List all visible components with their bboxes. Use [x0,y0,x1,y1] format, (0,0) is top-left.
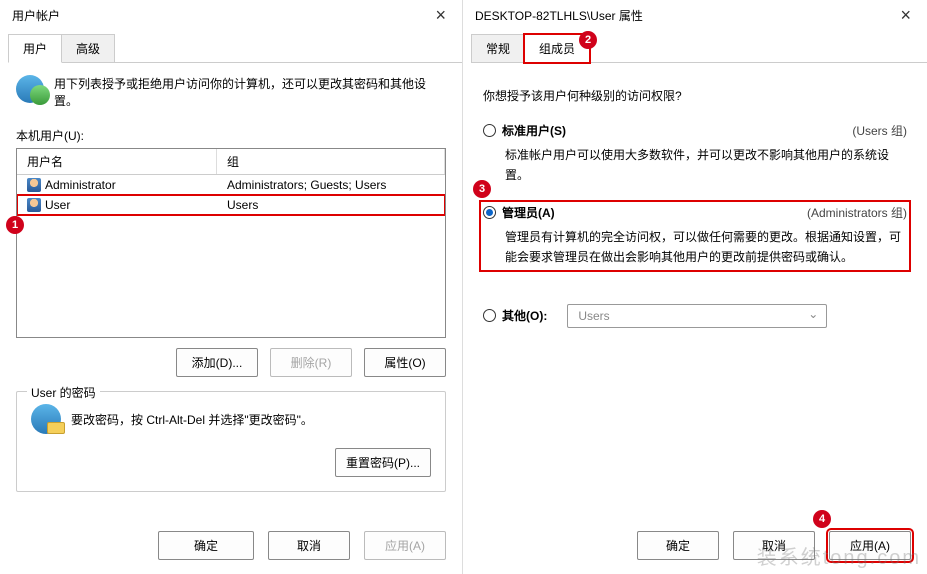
tabs-left: 用户 高级 [8,34,462,63]
add-button[interactable]: 添加(D)... [176,348,258,377]
tab-user[interactable]: 用户 [8,34,62,63]
tab-advanced[interactable]: 高级 [61,34,115,62]
ok-button[interactable]: 确定 [637,531,719,560]
radio-admin[interactable] [483,206,496,219]
local-users-label: 本机用户(U): [16,127,446,144]
badge-2: 2 [579,31,597,49]
tab-general[interactable]: 常规 [471,34,525,62]
label-admin: 管理员(A) [502,204,555,221]
row-group: Administrators; Guests; Users [217,177,445,193]
user-properties-window: DESKTOP-82TLHLS\User 属性 × 常规 组成员 你想授予该用户… [463,0,927,574]
tabs-right: 常规 组成员 [471,34,927,63]
dialog-buttons-right: 确定 取消 应用(A) [463,531,927,560]
user-icon [27,198,41,212]
col-group[interactable]: 组 [217,149,445,174]
window-title: DESKTOP-82TLHLS\User 属性 [475,7,643,24]
cancel-button[interactable]: 取消 [733,531,815,560]
note-standard: (Users 组) [852,122,907,139]
titlebar-right: DESKTOP-82TLHLS\User 属性 × [463,0,927,30]
badge-4: 4 [813,510,831,528]
col-username[interactable]: 用户名 [17,149,217,174]
option-admin[interactable]: 管理员(A) (Administrators 组) 管理员有计算机的完全访问权，… [483,204,907,268]
desc-admin: 管理员有计算机的完全访问权，可以做任何需要的更改。根据通知设置，可能会要求管理员… [505,227,907,268]
access-level-question: 你想授予该用户何种级别的访问权限? [483,87,907,104]
close-icon[interactable]: × [894,6,917,24]
close-icon[interactable]: × [429,6,452,24]
properties-button[interactable]: 属性(O) [364,348,446,377]
users-icon [16,75,44,103]
titlebar-left: 用户帐户 × [0,0,462,30]
other-group-select[interactable]: Users [567,304,827,328]
row-name: Administrator [45,178,116,192]
key-user-icon [31,404,61,434]
user-accounts-window: 用户帐户 × 用户 高级 用下列表授予或拒绝用户访问你的计算机，还可以更改其密码… [0,0,463,574]
password-groupbox: User 的密码 要改密码，按 Ctrl-Alt-Del 并选择"更改密码"。 … [16,391,446,492]
label-other: 其他(O): [502,307,547,324]
cancel-button[interactable]: 取消 [268,531,350,560]
window-title: 用户帐户 [12,7,60,24]
apply-button: 应用(A) [364,531,446,560]
table-row[interactable]: Administrator Administrators; Guests; Us… [17,175,445,195]
option-standard[interactable]: 标准用户(S) (Users 组) 标准帐户用户可以使用大多数软件，并可以更改不… [483,122,907,186]
ok-button[interactable]: 确定 [158,531,254,560]
dialog-buttons-left: 确定 取消 应用(A) [0,531,462,560]
remove-button: 删除(R) [270,348,352,377]
table-row[interactable]: User Users [17,195,445,215]
desc-standard: 标准帐户用户可以使用大多数软件，并可以更改不影响其他用户的系统设置。 [505,145,907,186]
apply-button[interactable]: 应用(A) [829,531,911,560]
badge-1: 1 [6,216,24,234]
password-text: 要改密码，按 Ctrl-Alt-Del 并选择"更改密码"。 [71,411,313,428]
label-standard: 标准用户(S) [502,122,566,139]
note-admin: (Administrators 组) [807,204,907,221]
intro-text: 用下列表授予或拒绝用户访问你的计算机，还可以更改其密码和其他设置。 [54,75,446,109]
users-list[interactable]: 用户名 组 Administrator Administrators; Gues… [16,148,446,338]
row-name: User [45,198,70,212]
list-header: 用户名 组 [17,149,445,175]
radio-standard[interactable] [483,124,496,137]
badge-3: 3 [473,180,491,198]
password-group-title: User 的密码 [27,384,100,401]
reset-password-button[interactable]: 重置密码(P)... [335,448,431,477]
row-group: Users [217,197,445,213]
option-other[interactable]: 其他(O): Users [483,304,907,328]
user-icon [27,178,41,192]
radio-other[interactable] [483,309,496,322]
